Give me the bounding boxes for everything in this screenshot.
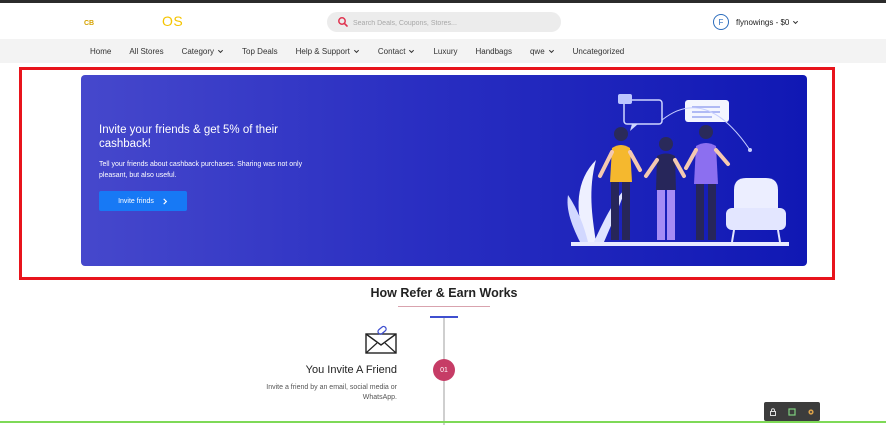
- nav-item-qwe[interactable]: qwe: [530, 47, 555, 56]
- nav-item-uncategorized[interactable]: Uncategorized: [573, 47, 625, 56]
- logo-main-text: OS: [162, 13, 184, 29]
- chevron-down-icon: [793, 20, 799, 24]
- nav-item-category[interactable]: Category: [182, 47, 224, 56]
- chevron-down-icon: [409, 49, 415, 53]
- floating-toolbar: [764, 402, 820, 421]
- nav-item-top-deals[interactable]: Top Deals: [242, 47, 278, 56]
- banner-description: Tell your friends about cashback purchas…: [99, 161, 303, 179]
- step-title: You Invite A Friend: [305, 364, 397, 376]
- nav-item-help-support[interactable]: Help & Support: [296, 47, 360, 56]
- envelope-link-icon: [365, 325, 397, 354]
- avatar: F: [713, 14, 729, 30]
- section-title: How Refer & Earn Works: [370, 286, 518, 300]
- chevron-down-icon: [217, 49, 224, 53]
- invite-button-label: Invite frinds: [118, 197, 154, 205]
- search-icon: [338, 17, 348, 27]
- banner-title: Invite your friends & get 5% of their ca…: [99, 124, 278, 150]
- nav-item-contact[interactable]: Contact: [378, 47, 416, 56]
- step-number-badge: 01: [433, 359, 455, 381]
- logo-small-text: CB: [84, 20, 95, 27]
- user-label: flynowings - $0: [736, 17, 790, 27]
- chevron-down-icon: [353, 49, 359, 53]
- main-nav: Home All Stores Category Top Deals Help …: [0, 39, 886, 63]
- friends-illustration: [567, 94, 789, 246]
- nav-item-luxury[interactable]: Luxury: [433, 47, 457, 56]
- site-header: CB OS F flynowings - $0: [0, 3, 886, 39]
- lock-icon[interactable]: [769, 407, 777, 416]
- chevron-down-icon: [548, 49, 554, 53]
- invite-friends-button[interactable]: Invite frinds: [99, 191, 187, 211]
- user-menu[interactable]: F flynowings - $0: [713, 12, 799, 32]
- search-input[interactable]: [351, 14, 555, 32]
- refresh-icon[interactable]: [788, 407, 796, 416]
- title-underline: [398, 306, 490, 307]
- nav-item-handbags[interactable]: Handbags: [475, 47, 511, 56]
- search-bar[interactable]: [327, 12, 561, 32]
- step-description: Invite a friend by an email, social medi…: [266, 384, 397, 401]
- nav-item-all-stores[interactable]: All Stores: [129, 47, 163, 56]
- bottom-border: [0, 421, 886, 423]
- settings-icon[interactable]: [807, 408, 815, 416]
- referral-banner: Invite your friends & get 5% of their ca…: [81, 75, 807, 266]
- nav-item-home[interactable]: Home: [90, 47, 111, 56]
- chevron-right-icon: [163, 197, 168, 205]
